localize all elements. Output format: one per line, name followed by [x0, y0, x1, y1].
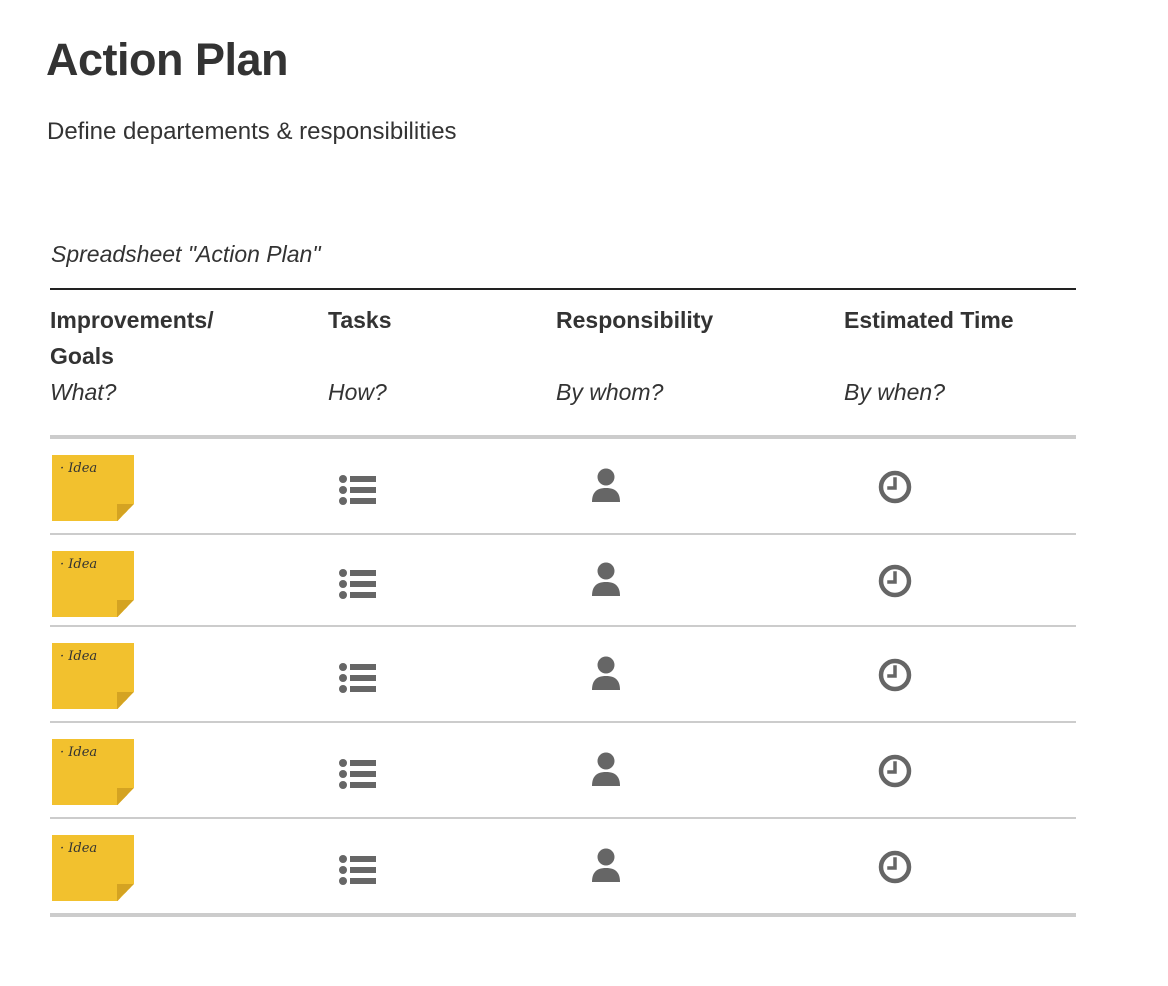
column-subtitle: How? — [328, 379, 387, 405]
table-row: · Idea — [50, 627, 1076, 723]
table-row: · Idea — [50, 723, 1076, 819]
sticky-note-idea[interactable]: · Idea — [52, 551, 134, 617]
sticky-note-fold — [117, 692, 134, 709]
column-title: Improvements/ Goals — [50, 307, 214, 369]
sticky-note-fold — [117, 788, 134, 805]
sticky-note-fold — [117, 504, 134, 521]
sticky-note-text: · Idea — [60, 745, 98, 760]
page-subtitle: Define departements & responsibilities — [47, 118, 457, 145]
list-icon[interactable] — [339, 854, 377, 886]
clock-icon[interactable] — [878, 470, 912, 504]
sticky-note-text: · Idea — [60, 461, 98, 476]
column-header-tasks: Tasks How? — [328, 302, 392, 410]
clock-icon[interactable] — [878, 850, 912, 884]
page: Action Plan Define departements & respon… — [0, 0, 1168, 986]
user-icon[interactable] — [590, 752, 622, 788]
table-row: · Idea — [50, 819, 1076, 917]
sticky-note-idea[interactable]: · Idea — [52, 835, 134, 901]
column-title: Responsibility — [556, 307, 714, 333]
sticky-note-text: · Idea — [60, 557, 98, 572]
sticky-note-idea[interactable]: · Idea — [52, 643, 134, 709]
column-header-responsibility: Responsibility By whom? — [556, 302, 713, 410]
user-icon[interactable] — [590, 656, 622, 692]
list-icon[interactable] — [339, 662, 377, 694]
table-body: · Idea · Idea · Idea · Idea · Idea — [50, 439, 1076, 917]
list-icon[interactable] — [339, 568, 377, 600]
action-plan-table: Improvements/ Goals What? Tasks How? Res… — [50, 288, 1076, 917]
list-icon[interactable] — [339, 758, 377, 790]
sticky-note-fold — [117, 884, 134, 901]
sticky-note-idea[interactable]: · Idea — [52, 739, 134, 805]
column-header-estimated-time: Estimated Time By when? — [844, 302, 1014, 410]
column-title: Tasks — [328, 307, 392, 333]
list-icon[interactable] — [339, 474, 377, 506]
column-subtitle: What? — [50, 379, 117, 405]
column-title: Estimated Time — [844, 307, 1014, 333]
clock-icon[interactable] — [878, 564, 912, 598]
column-subtitle: By when? — [844, 379, 946, 405]
sticky-note-idea[interactable]: · Idea — [52, 455, 134, 521]
sticky-note-fold — [117, 600, 134, 617]
user-icon[interactable] — [590, 848, 622, 884]
sticky-note-text: · Idea — [60, 841, 98, 856]
user-icon[interactable] — [590, 468, 622, 504]
column-subtitle: By whom? — [556, 379, 664, 405]
clock-icon[interactable] — [878, 754, 912, 788]
table-row: · Idea — [50, 439, 1076, 535]
table-header-row: Improvements/ Goals What? Tasks How? Res… — [50, 290, 1076, 439]
column-header-goals: Improvements/ Goals What? — [50, 302, 260, 410]
sticky-note-text: · Idea — [60, 649, 98, 664]
user-icon[interactable] — [590, 562, 622, 598]
table-row: · Idea — [50, 535, 1076, 627]
spreadsheet-caption: Spreadsheet "Action Plan" — [51, 241, 321, 267]
clock-icon[interactable] — [878, 658, 912, 692]
page-title: Action Plan — [46, 34, 289, 85]
